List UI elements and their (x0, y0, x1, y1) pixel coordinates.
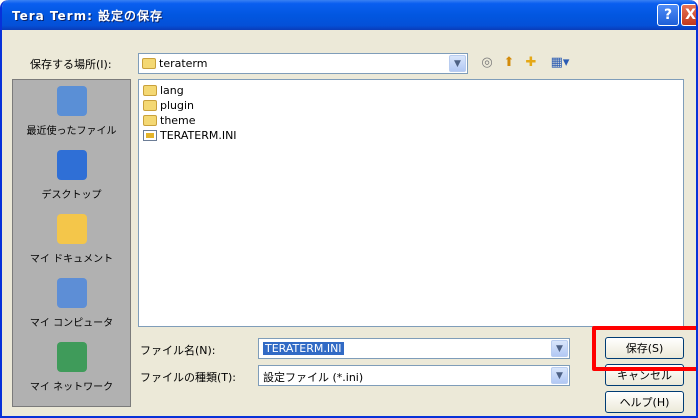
list-item[interactable]: lang (143, 83, 184, 98)
chevron-down-icon[interactable]: ▼ (551, 340, 568, 357)
filename-input[interactable]: TERATERM.INI (263, 342, 344, 355)
filename-label: ファイル名(N): (140, 344, 216, 357)
save-in-value: teraterm (159, 57, 208, 70)
view-menu-icon[interactable]: ▦▾ (546, 53, 574, 71)
new-folder-icon[interactable]: ✚ (522, 53, 540, 71)
folder-icon (142, 58, 156, 69)
place-recent[interactable]: 最近使ったファイル (13, 82, 130, 146)
filetype-value: 設定ファイル (*.ini) (263, 371, 364, 384)
list-item[interactable]: theme (143, 113, 196, 128)
save-dialog: Tera Term: 設定の保存 ? X 保存する場所(I): teraterm… (0, 0, 698, 418)
place-my-computer-label: マイ コンピュータ (29, 318, 114, 329)
back-icon[interactable]: ◎ (478, 53, 496, 71)
my-network-icon (57, 342, 87, 372)
help-button-label: ヘルプ(H) (619, 396, 670, 409)
file-name: theme (160, 114, 196, 127)
filetype-label: ファイルの種類(T): (140, 371, 237, 384)
up-folder-icon[interactable]: ⬆ (500, 53, 518, 71)
folder-icon (143, 115, 157, 126)
close-icon: X (685, 7, 696, 23)
place-my-documents-label: マイ ドキュメント (29, 254, 114, 265)
help-icon: ? (663, 7, 673, 23)
file-list[interactable]: lang plugin theme TERATERM.INI (138, 79, 684, 327)
place-recent-label: 最近使ったファイル (26, 126, 117, 137)
filename-combobox[interactable]: TERATERM.INI ▼ (258, 338, 570, 359)
place-my-documents[interactable]: マイ ドキュメント (13, 210, 130, 274)
list-item[interactable]: TERATERM.INI (143, 128, 237, 143)
file-name: lang (160, 84, 184, 97)
desktop-icon (57, 150, 87, 180)
places-bar: 最近使ったファイル デスクトップ マイ ドキュメント マイ コンピュータ マイ … (12, 79, 131, 407)
window-title: Tera Term: 設定の保存 (12, 9, 164, 23)
my-computer-icon (57, 278, 87, 308)
help-title-button[interactable]: ? (657, 4, 679, 26)
recent-icon (57, 86, 87, 116)
filetype-combobox[interactable]: 設定ファイル (*.ini) ▼ (258, 365, 570, 386)
close-button[interactable]: X (681, 4, 696, 26)
place-desktop-label: デスクトップ (41, 190, 102, 201)
list-item[interactable]: plugin (143, 98, 194, 113)
folder-icon (143, 85, 157, 96)
save-in-label: 保存する場所(I): (30, 58, 112, 71)
chevron-down-icon[interactable]: ▼ (449, 55, 466, 72)
file-name: plugin (160, 99, 195, 112)
place-my-network[interactable]: マイ ネットワーク (13, 338, 130, 402)
save-in-combobox[interactable]: teraterm ▼ (138, 53, 468, 74)
highlight-box (592, 326, 696, 371)
help-button[interactable]: ヘルプ(H) (605, 391, 684, 413)
place-my-network-label: マイ ネットワーク (29, 382, 114, 393)
my-documents-icon (57, 214, 87, 244)
place-my-computer[interactable]: マイ コンピュータ (13, 274, 130, 338)
chevron-down-icon[interactable]: ▼ (551, 367, 568, 384)
place-desktop[interactable]: デスクトップ (13, 146, 130, 210)
title-bar[interactable]: Tera Term: 設定の保存 ? X (2, 0, 696, 30)
file-name: TERATERM.INI (160, 129, 237, 142)
folder-icon (143, 100, 157, 111)
ini-file-icon (143, 130, 157, 141)
